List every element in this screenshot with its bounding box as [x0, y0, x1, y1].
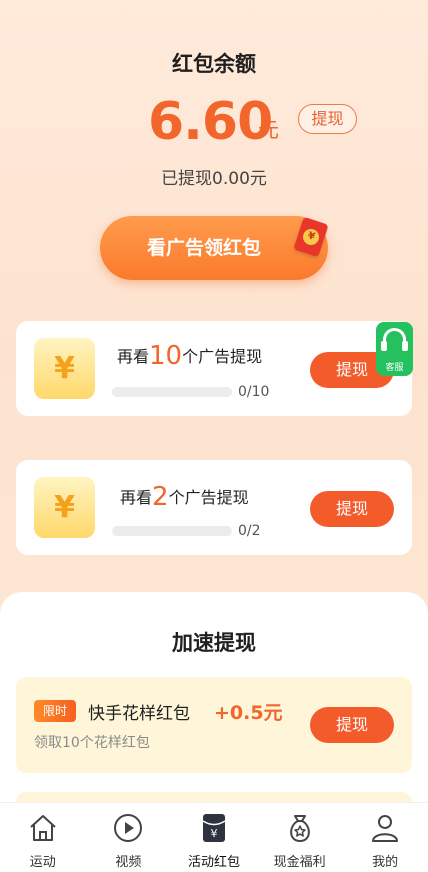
tab-label: 视频: [115, 855, 142, 870]
task-progress-text: 0/10: [238, 384, 270, 400]
customer-service-button[interactable]: 客服: [376, 322, 413, 376]
home-icon: [30, 815, 56, 841]
svg-text:¥: ¥: [210, 827, 217, 840]
red-packet-icon: ¥: [202, 814, 226, 842]
tab-label: 现金福利: [273, 855, 326, 870]
fast-withdraw-item: 限时 快手花样红包 +0.5元 领取10个花样红包 提现: [16, 677, 412, 773]
customer-service-label: 客服: [385, 363, 404, 373]
tab-cash-benefits[interactable]: 现金福利: [257, 803, 343, 872]
withdrawn-amount: 已提现0.00元: [161, 169, 267, 189]
task-card: ¥ 再看2个广告提现 0/2 提现: [16, 460, 412, 555]
balance-title: 红包余额: [172, 52, 256, 76]
task-title: 再看2个广告提现: [120, 482, 249, 512]
task-withdraw-button[interactable]: 提现: [310, 491, 394, 527]
money-bag-icon: [289, 815, 310, 843]
tab-label: 我的: [372, 855, 399, 870]
withdraw-button[interactable]: 提现: [298, 104, 357, 134]
watch-ad-label: 看广告领红包: [146, 237, 261, 259]
watch-ad-button[interactable]: 看广告领红包 ¥: [100, 216, 329, 280]
task-progress-text: 0/2: [238, 523, 261, 539]
red-envelope-icon: ¥: [293, 216, 329, 258]
yen-icon: ¥: [34, 338, 95, 399]
task-count: 10: [149, 341, 183, 371]
task-progress-bar: [112, 526, 232, 536]
tab-mine[interactable]: 我的: [342, 803, 428, 872]
user-icon: [372, 815, 399, 842]
limited-time-badge: 限时: [34, 700, 76, 722]
balance-amount: 6.60: [148, 92, 273, 152]
fast-item-name: 快手花样红包: [88, 704, 190, 724]
task-title: 再看10个广告提现: [117, 341, 263, 371]
task-progress-bar: [112, 387, 232, 397]
fast-item-bonus: +0.5元: [214, 702, 283, 724]
play-icon: [114, 814, 143, 842]
bottom-tab-bar: 运动 视频 ¥ 活动红包 现金福利 我的: [0, 802, 428, 872]
tab-label: 活动红包: [187, 855, 240, 870]
balance-amount-row: 6.60 元 提现: [0, 92, 428, 154]
tab-sport[interactable]: 运动: [0, 803, 86, 872]
yen-icon: ¥: [34, 477, 95, 538]
fast-withdraw-title: 加速提现: [172, 631, 256, 655]
tab-activity-red-packet[interactable]: ¥ 活动红包: [171, 803, 257, 872]
fast-item-withdraw-button[interactable]: 提现: [310, 707, 394, 743]
tab-label: 运动: [29, 855, 56, 870]
tab-video[interactable]: 视频: [86, 803, 172, 872]
envelope-coin: ¥: [300, 226, 322, 248]
task-card: ¥ 再看10个广告提现 0/10 提现: [16, 321, 412, 416]
task-count: 2: [152, 482, 169, 512]
fast-item-desc: 领取10个花样红包: [34, 735, 150, 751]
balance-unit: 元: [258, 118, 279, 142]
